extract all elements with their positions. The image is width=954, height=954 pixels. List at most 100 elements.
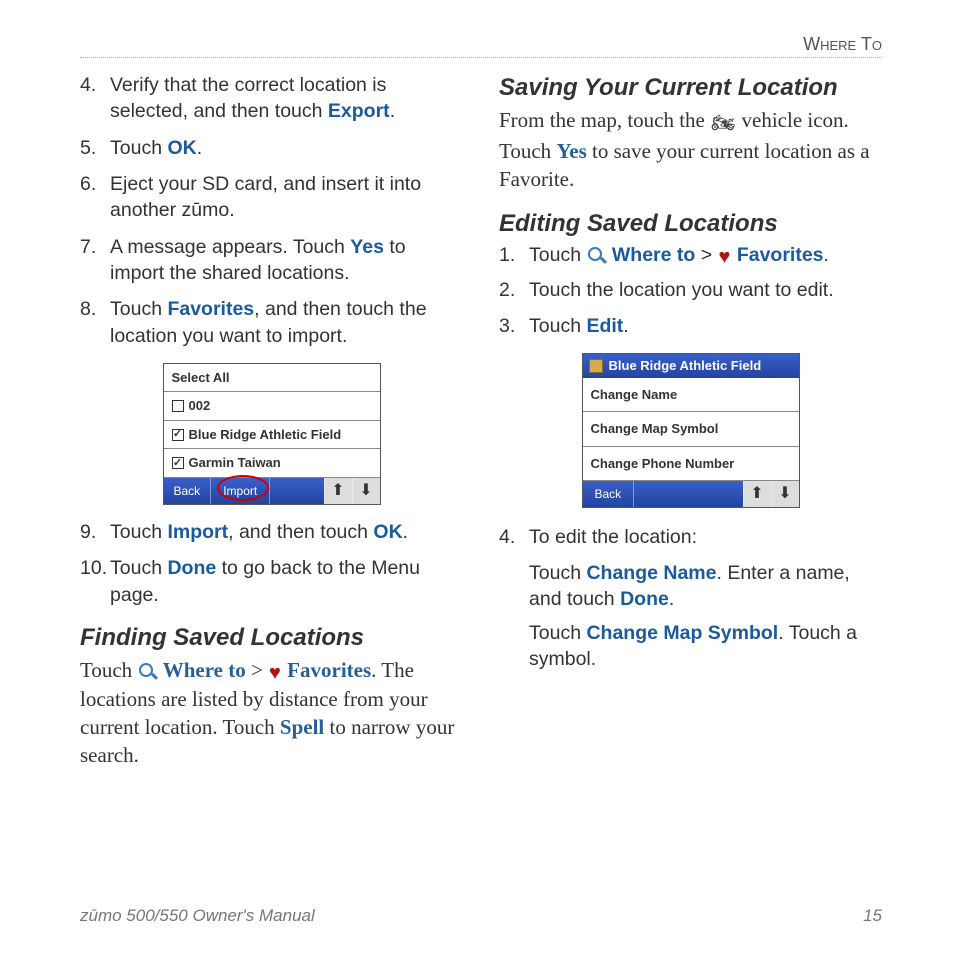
done-label: Done: [167, 557, 216, 579]
step-text: .: [197, 137, 202, 159]
separator: >: [695, 244, 717, 266]
device-bottom-bar: Back Import ⬆ ⬇: [164, 478, 380, 504]
step-8: Touch Favorites, and then touch the loca…: [80, 296, 463, 349]
import-button[interactable]: Import: [211, 478, 270, 504]
step-text: Touch: [529, 622, 586, 644]
where-to-label: Where to: [612, 244, 695, 266]
ok-label: OK: [167, 137, 196, 159]
step-text: Touch: [110, 137, 167, 159]
edit-location-screenshot: Blue Ridge Athletic Field Change Name Ch…: [582, 353, 800, 508]
location-marker-icon: [589, 359, 603, 373]
import-list-screenshot: Select All 002 ✓ Blue Ridge Athletic Fie…: [163, 363, 381, 505]
step-4: Verify that the correct location is sele…: [80, 72, 463, 125]
step-9: Touch Import, and then touch OK.: [80, 519, 463, 545]
device-bottom-bar: Back ⬆ ⬇: [583, 481, 799, 507]
finding-saved-heading: Finding Saved Locations: [80, 622, 463, 654]
select-all-row[interactable]: Select All: [164, 364, 380, 393]
favorites-label: Favorites: [287, 658, 371, 682]
step-text: .: [669, 588, 674, 610]
step-5: Touch OK.: [80, 135, 463, 161]
separator: >: [246, 658, 268, 682]
footer-page-number: 15: [863, 906, 882, 926]
finding-saved-body: Touch Where to > ♥ Favorites. The locati…: [80, 656, 463, 769]
change-phone-row[interactable]: Change Phone Number: [583, 447, 799, 482]
spell-label: Spell: [280, 715, 324, 739]
heart-icon: ♥: [719, 247, 731, 267]
favorites-label: Favorites: [167, 298, 254, 320]
import-item-garmin[interactable]: ✓ Garmin Taiwan: [164, 449, 380, 478]
saving-location-body: From the map, touch the 🏍 vehicle icon. …: [499, 106, 882, 193]
step-text: Touch: [110, 521, 167, 543]
two-column-layout: Verify that the correct location is sele…: [80, 72, 882, 776]
checkbox-checked-icon[interactable]: ✓: [172, 429, 184, 441]
step-7: A message appears. Touch Yes to import t…: [80, 234, 463, 287]
edit-steps-list: Touch Where to > ♥ Favorites. Touch the …: [499, 242, 882, 339]
step-text: Touch: [529, 562, 586, 584]
vehicle-icon: 🏍: [711, 111, 735, 137]
ok-label: OK: [373, 521, 402, 543]
import-item-label: Garmin Taiwan: [189, 454, 281, 472]
edit-steps-list-continued: To edit the location:: [499, 524, 882, 550]
body-text: From the map, touch the: [499, 108, 710, 132]
body-text: Touch: [80, 658, 137, 682]
step-text: Touch: [110, 298, 167, 320]
yes-label: Yes: [556, 139, 586, 163]
section-header: Where To: [80, 34, 882, 58]
back-button[interactable]: Back: [164, 478, 212, 504]
checkbox-checked-icon[interactable]: ✓: [172, 457, 184, 469]
edit-step-3: Touch Edit.: [499, 313, 882, 339]
scroll-arrows: ⬆ ⬇: [743, 481, 799, 507]
edit-step-1: Touch Where to > ♥ Favorites.: [499, 242, 882, 268]
edit-step-2: Touch the location you want to edit.: [499, 277, 882, 303]
step-text: .: [824, 244, 829, 266]
step-text: Touch: [529, 315, 586, 337]
edit-step-4b: Touch Change Map Symbol. Touch a symbol.: [499, 620, 882, 673]
change-map-symbol-label: Change Map Symbol: [586, 622, 778, 644]
edit-step-4a: Touch Change Name. Enter a name, and tou…: [499, 560, 882, 613]
step-text: A message appears. Touch: [110, 236, 350, 258]
edit-screen-title-text: Blue Ridge Athletic Field: [609, 357, 762, 375]
manual-page: Where To Verify that the correct locatio…: [0, 0, 954, 806]
magnifier-icon: [138, 662, 156, 680]
saving-location-heading: Saving Your Current Location: [499, 72, 882, 104]
step-text: Touch: [110, 557, 167, 579]
arrow-up-icon[interactable]: ⬆: [324, 478, 352, 504]
scroll-arrows: ⬆ ⬇: [324, 478, 380, 504]
step-text: , and then touch: [228, 521, 373, 543]
page-footer: zūmo 500/550 Owner's Manual 15: [80, 906, 882, 926]
edit-label: Edit: [586, 315, 623, 337]
import-button-label: Import: [223, 483, 257, 499]
arrow-down-icon[interactable]: ⬇: [771, 481, 799, 507]
import-item-label: Blue Ridge Athletic Field: [189, 426, 342, 444]
export-label: Export: [328, 100, 390, 122]
import-item-002[interactable]: 002: [164, 392, 380, 421]
import-item-blueridge[interactable]: ✓ Blue Ridge Athletic Field: [164, 421, 380, 450]
edit-screen-title: Blue Ridge Athletic Field: [583, 354, 799, 378]
editing-locations-heading: Editing Saved Locations: [499, 208, 882, 240]
steps-list-left: Verify that the correct location is sele…: [80, 72, 463, 349]
steps-list-left-continued: Touch Import, and then touch OK. Touch D…: [80, 519, 463, 608]
magnifier-icon: [587, 246, 605, 264]
step-10: Touch Done to go back to the Menu page.: [80, 555, 463, 608]
yes-label: Yes: [350, 236, 384, 258]
change-name-row[interactable]: Change Name: [583, 378, 799, 413]
import-item-label: 002: [189, 397, 211, 415]
change-name-label: Change Name: [586, 562, 716, 584]
change-map-symbol-row[interactable]: Change Map Symbol: [583, 412, 799, 447]
edit-step-4: To edit the location:: [499, 524, 882, 550]
arrow-down-icon[interactable]: ⬇: [352, 478, 380, 504]
done-label: Done: [620, 588, 669, 610]
favorites-label: Favorites: [737, 244, 824, 266]
heart-icon: ♥: [269, 663, 281, 683]
step-text: Touch: [529, 244, 586, 266]
arrow-up-icon[interactable]: ⬆: [743, 481, 771, 507]
where-to-label: Where to: [163, 658, 246, 682]
step-6: Eject your SD card, and insert it into a…: [80, 171, 463, 224]
left-column: Verify that the correct location is sele…: [80, 72, 463, 776]
footer-title: zūmo 500/550 Owner's Manual: [80, 906, 315, 926]
step-text: .: [623, 315, 628, 337]
checkbox-icon[interactable]: [172, 400, 184, 412]
step-text: .: [390, 100, 395, 122]
back-button[interactable]: Back: [583, 481, 635, 507]
step-text: .: [403, 521, 408, 543]
